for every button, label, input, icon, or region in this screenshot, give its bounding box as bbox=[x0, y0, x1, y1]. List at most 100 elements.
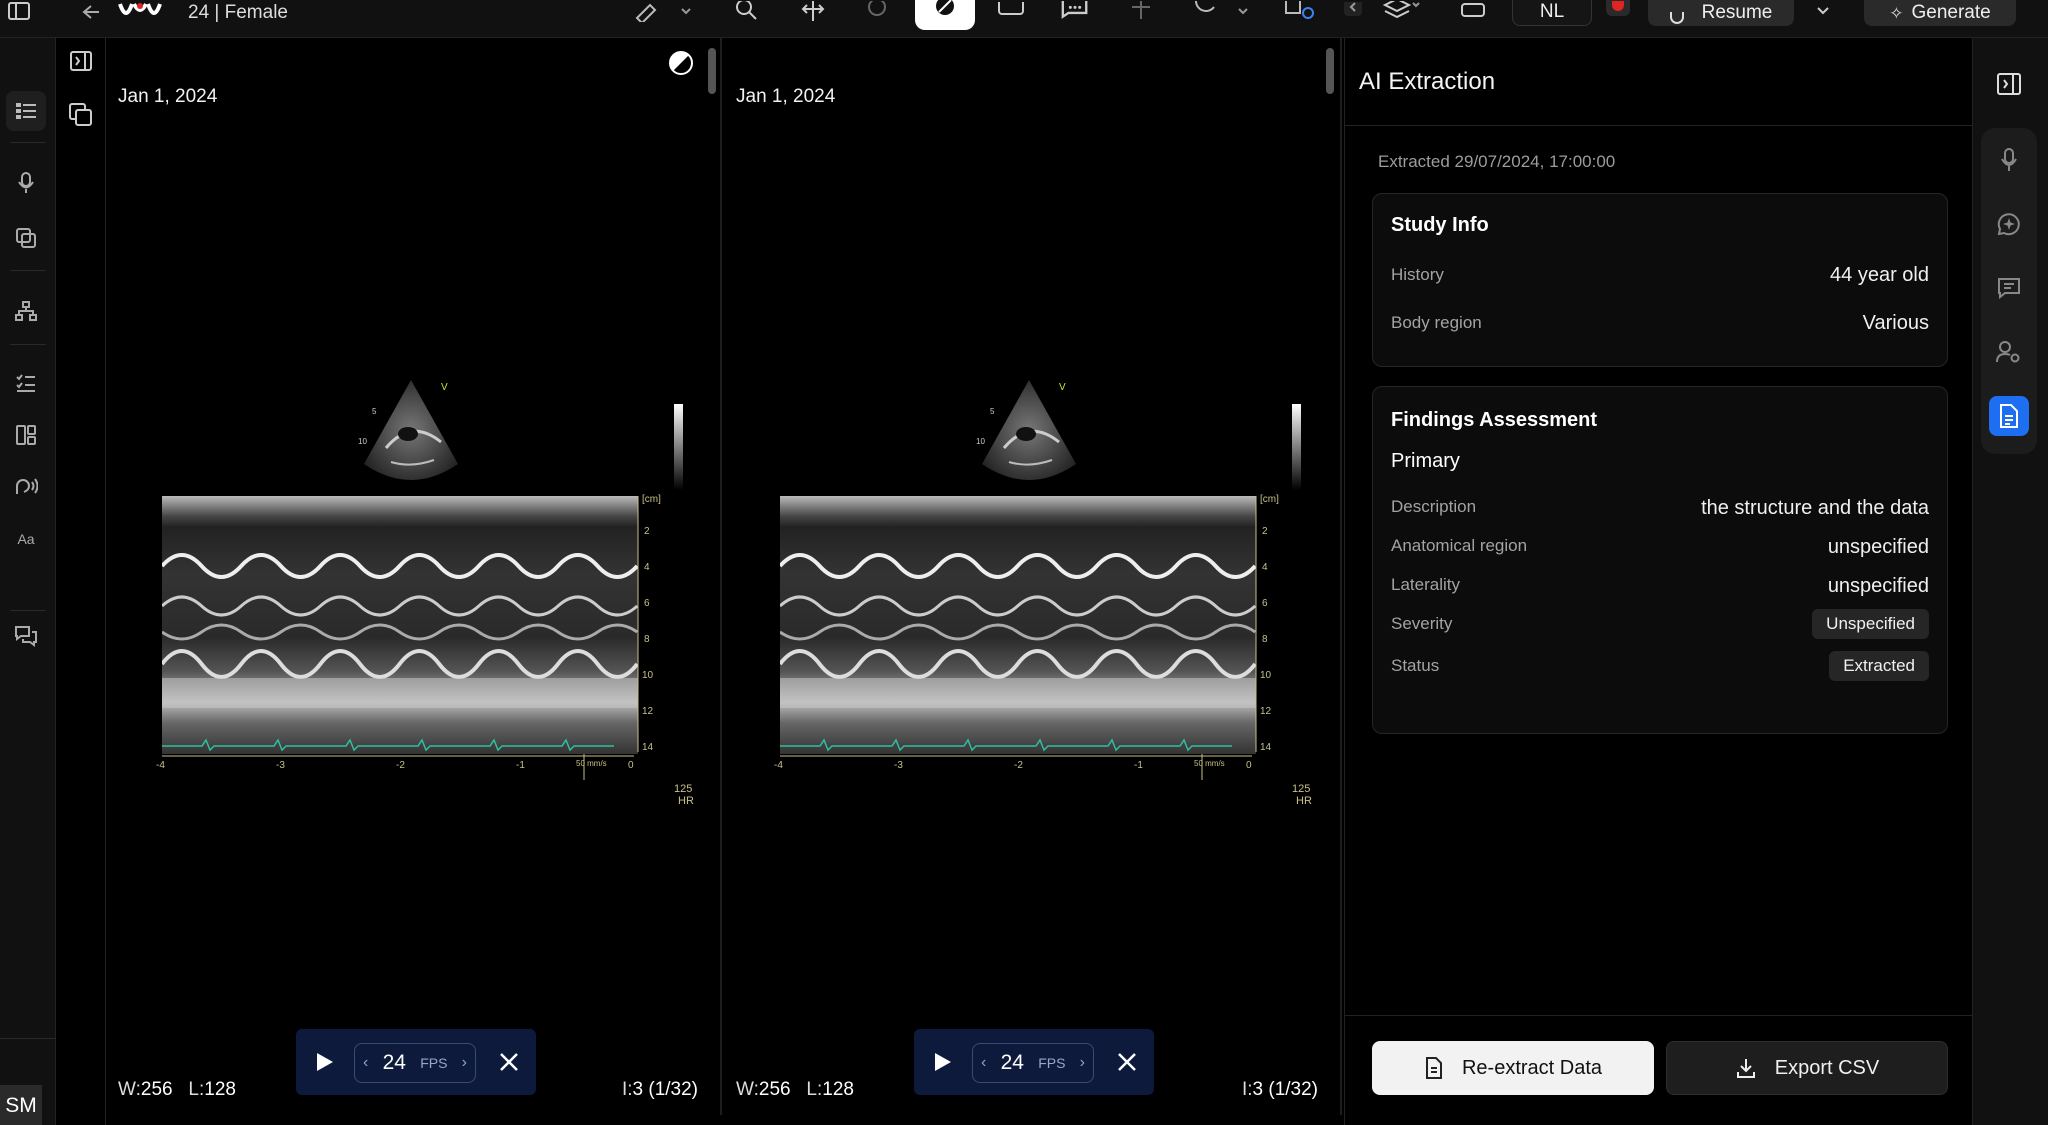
svg-text:2: 2 bbox=[644, 526, 650, 537]
document-icon bbox=[1425, 1057, 1442, 1079]
fps-stepper: ‹ 24 FPS › bbox=[354, 1043, 476, 1083]
mic-icon[interactable] bbox=[1989, 140, 2029, 180]
close-icon[interactable] bbox=[498, 1051, 520, 1078]
rotate-3d-icon[interactable] bbox=[862, 0, 892, 24]
svg-text:-3: -3 bbox=[276, 760, 285, 771]
svg-text:12: 12 bbox=[1260, 706, 1272, 717]
ruler-icon[interactable] bbox=[631, 0, 661, 24]
resume-button[interactable]: Resume bbox=[1648, 0, 1794, 26]
depth-scale-axis: [cm] 2 4 6 8 10 12 14 bbox=[1255, 494, 1279, 753]
panel-collapse-icon[interactable] bbox=[1989, 64, 2029, 104]
viewport-left[interactable]: Jan 1, 2024 V 5 10 [cm] 2 4 6 8 10 12 14… bbox=[106, 38, 722, 1115]
layout-icon[interactable] bbox=[6, 415, 46, 455]
svg-text:4: 4 bbox=[644, 562, 650, 573]
generate-label: Generate bbox=[1911, 2, 1991, 23]
layout-settings-icon[interactable] bbox=[1280, 0, 1320, 24]
svg-text:4: 4 bbox=[1262, 562, 1268, 573]
back-arrow-icon[interactable] bbox=[76, 0, 106, 24]
viewport-right[interactable]: Jan 1, 2024 V 5 10 [cm] 2 4 6 8 10 12 14… bbox=[724, 38, 1342, 1115]
chevron-down-icon[interactable] bbox=[1232, 0, 1252, 24]
svg-text:0: 0 bbox=[1246, 760, 1252, 771]
status-badge: Extracted bbox=[1829, 651, 1929, 681]
ultrasound-sector-image: V 5 10 bbox=[976, 380, 1076, 480]
zoom-icon[interactable] bbox=[732, 0, 762, 24]
list-icon[interactable] bbox=[6, 91, 46, 131]
svg-text:-2: -2 bbox=[396, 760, 405, 771]
export-csv-button[interactable]: Export CSV bbox=[1666, 1041, 1948, 1095]
left-nav-rail: Aa SM bbox=[0, 38, 56, 1125]
viewport-scrollbar[interactable] bbox=[1326, 48, 1334, 94]
close-icon[interactable] bbox=[1116, 1051, 1138, 1078]
checklist-icon[interactable] bbox=[6, 363, 46, 403]
generate-button[interactable]: ✧ Generate bbox=[1864, 0, 2016, 26]
rail-divider bbox=[10, 610, 46, 611]
fps-increase-icon[interactable]: › bbox=[462, 1054, 467, 1072]
anatomical-region-label: Anatomical region bbox=[1391, 536, 1528, 555]
chevron-down-icon[interactable] bbox=[676, 0, 696, 24]
rail-divider bbox=[10, 270, 46, 271]
record-indicator bbox=[1606, 0, 1630, 16]
findings-assessment-card: Findings Assessment Primary Description … bbox=[1372, 386, 1948, 734]
copy-icon[interactable] bbox=[6, 218, 46, 258]
pan-icon[interactable] bbox=[798, 0, 828, 24]
user-avatar[interactable]: SM bbox=[0, 1085, 42, 1125]
heart-rate-value: 125 bbox=[674, 783, 693, 795]
svg-text:10: 10 bbox=[1260, 670, 1272, 681]
mic-icon[interactable] bbox=[6, 163, 46, 203]
panel-divider bbox=[1345, 125, 1973, 126]
svg-text:14: 14 bbox=[1260, 742, 1272, 753]
pin-icon bbox=[1669, 12, 1684, 24]
fps-decrease-icon[interactable]: ‹ bbox=[363, 1054, 368, 1072]
ai-sparkle-icon[interactable] bbox=[1989, 204, 2029, 244]
camera-icon[interactable] bbox=[996, 0, 1026, 24]
user-settings-icon[interactable] bbox=[1989, 332, 2029, 372]
study-date: Jan 1, 2024 bbox=[118, 86, 218, 107]
viewer-tool-column bbox=[56, 38, 106, 1125]
cine-player: ‹ 24 FPS › bbox=[296, 1029, 536, 1095]
chevron-down-icon[interactable] bbox=[1808, 0, 1838, 24]
fps-decrease-icon[interactable]: ‹ bbox=[981, 1054, 986, 1072]
body-region-label: Body region bbox=[1391, 313, 1482, 332]
voice-icon[interactable] bbox=[6, 467, 46, 507]
rail-divider bbox=[0, 1038, 56, 1039]
card-title: Findings Assessment bbox=[1391, 409, 1597, 431]
sparkle-icon: ✧ bbox=[1889, 4, 1904, 23]
language-button[interactable]: NL bbox=[1512, 0, 1592, 26]
findings-subtitle: Primary bbox=[1391, 450, 1460, 472]
svg-text:V: V bbox=[441, 382, 448, 393]
heart-rate-unit: HR bbox=[1296, 795, 1312, 807]
sidebar-toggle-icon[interactable] bbox=[4, 0, 34, 24]
heart-rate-unit: HR bbox=[678, 795, 694, 807]
hierarchy-icon[interactable] bbox=[6, 291, 46, 331]
cine-player: ‹ 24 FPS › bbox=[914, 1029, 1154, 1095]
fps-unit: FPS bbox=[1038, 1055, 1066, 1071]
viewport-scrollbar[interactable] bbox=[708, 48, 716, 94]
chat-icon[interactable] bbox=[6, 616, 46, 656]
panel-expand-icon[interactable] bbox=[66, 46, 96, 76]
play-icon[interactable] bbox=[314, 1051, 336, 1078]
text-size-icon[interactable]: Aa bbox=[6, 519, 46, 559]
reset-icon[interactable] bbox=[1190, 0, 1220, 24]
svg-text:0: 0 bbox=[628, 760, 634, 771]
re-extract-button[interactable]: Re-extract Data bbox=[1372, 1041, 1654, 1095]
rail-divider bbox=[10, 344, 46, 345]
gray-scale-bar bbox=[1292, 404, 1301, 490]
annotation-icon[interactable] bbox=[1060, 0, 1090, 24]
play-icon[interactable] bbox=[932, 1051, 954, 1078]
crosshair-icon[interactable] bbox=[1126, 0, 1156, 24]
keyboard-icon[interactable] bbox=[1458, 0, 1488, 24]
layers-icon[interactable] bbox=[1382, 0, 1422, 24]
language-label: NL bbox=[1539, 1, 1565, 22]
extracted-timestamp: Extracted 29/07/2024, 17:00:00 bbox=[1378, 152, 1616, 171]
comment-icon[interactable] bbox=[1989, 268, 2029, 308]
chevron-left-icon[interactable] bbox=[1340, 0, 1366, 24]
svg-text:-4: -4 bbox=[156, 760, 165, 771]
contrast-tool-button[interactable] bbox=[915, 0, 975, 30]
invert-contrast-icon[interactable] bbox=[668, 50, 694, 76]
fps-increase-icon[interactable]: › bbox=[1080, 1054, 1085, 1072]
duplicate-icon[interactable] bbox=[66, 100, 96, 130]
anatomical-region-value: unspecified bbox=[1827, 536, 1929, 558]
document-icon[interactable] bbox=[1989, 396, 2029, 436]
depth-scale-axis: [cm] 2 4 6 8 10 12 14 bbox=[637, 494, 661, 753]
fps-stepper: ‹ 24 FPS › bbox=[972, 1043, 1094, 1083]
